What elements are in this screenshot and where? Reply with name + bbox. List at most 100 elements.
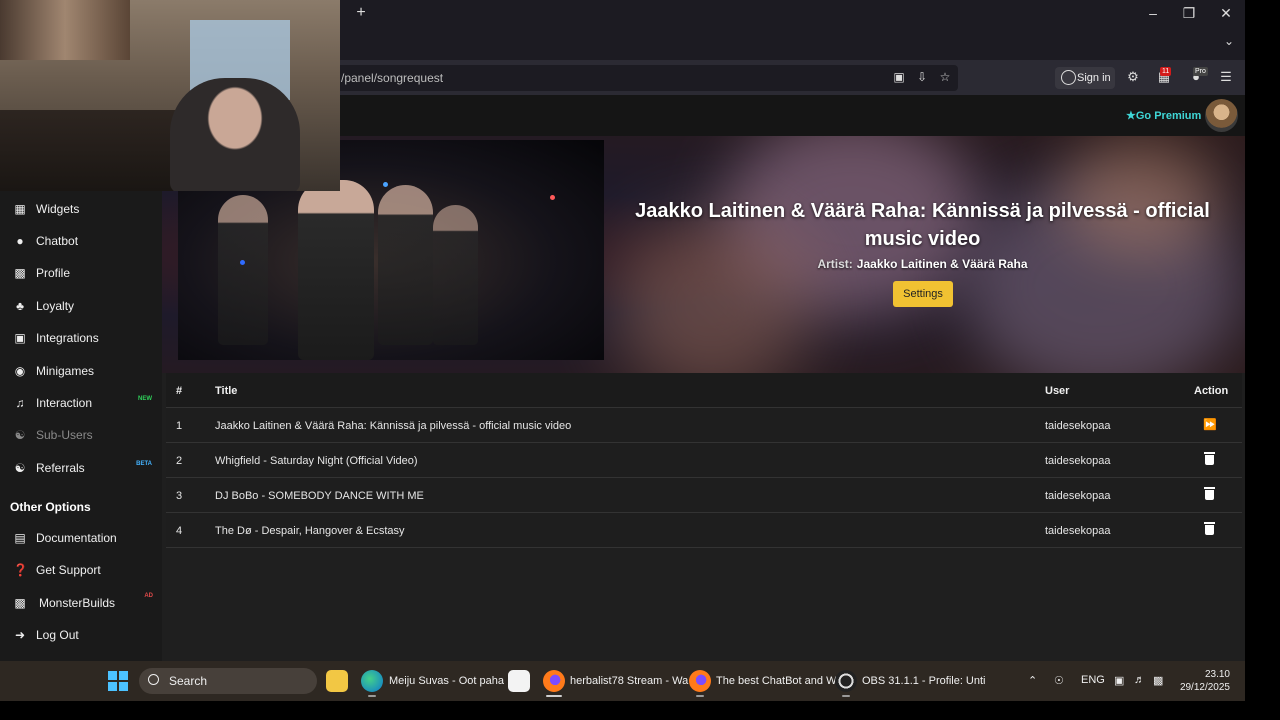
- settings-button[interactable]: Settings: [893, 281, 953, 307]
- taskbar-app-label[interactable]: herbalist78 Stream - Wa: [570, 675, 688, 687]
- chevron-up-icon[interactable]: ⌃: [1028, 674, 1037, 687]
- video-figure: [218, 195, 268, 345]
- gamepad-icon: ◉: [14, 364, 26, 378]
- search-icon: [148, 674, 159, 685]
- sidebar-item-referrals[interactable]: ☯ Referrals BETA: [0, 453, 162, 483]
- row-number: 2: [176, 455, 183, 467]
- taskbar-search[interactable]: Search: [139, 668, 317, 694]
- sidebar-item-integrations[interactable]: ▣ Integrations: [0, 323, 162, 353]
- speaker-icon[interactable]: ♬: [1134, 674, 1145, 686]
- window-icon: ▣: [14, 331, 26, 345]
- column-header-action: Action: [1194, 385, 1229, 397]
- language-indicator[interactable]: ENG: [1081, 674, 1105, 686]
- sidebar-item-interaction[interactable]: ♫ Interaction NEW: [0, 388, 162, 418]
- sidebar-item-label: Profile: [36, 266, 71, 280]
- beta-badge: BETA: [136, 461, 152, 467]
- sidebar-item-loyalty[interactable]: ♣ Loyalty: [0, 291, 162, 321]
- avatar[interactable]: [1205, 99, 1238, 132]
- minimize-icon[interactable]: –: [1143, 4, 1163, 22]
- clock-date: 29/12/2025: [1179, 682, 1230, 693]
- row-user: taidesekopaa: [1045, 490, 1111, 502]
- row-title: Jaakko Laitinen & Väärä Raha: Kännissä j…: [215, 420, 572, 432]
- firefox-icon[interactable]: [543, 670, 565, 692]
- close-icon[interactable]: ✕: [1216, 4, 1236, 22]
- row-number: 4: [176, 525, 183, 537]
- row-title: The Dø - Despair, Hangover & Ecstasy: [215, 525, 405, 537]
- obs-icon[interactable]: [835, 670, 857, 692]
- sidebar-item-profile[interactable]: ▩ Profile: [0, 258, 162, 288]
- picture-in-picture-icon[interactable]: ▣: [891, 69, 907, 85]
- firefox-icon[interactable]: [689, 670, 711, 692]
- video-figure: [378, 185, 433, 345]
- extension-badge-2: Pro: [1193, 67, 1208, 76]
- robot-icon: ●: [16, 234, 24, 248]
- sidebar-item-get-support[interactable]: ❓ Get Support: [0, 555, 162, 585]
- taskbar-app-label[interactable]: OBS 31.1.1 - Profile: Unti: [862, 675, 986, 687]
- taskbar-clock[interactable]: 23.10 29/12/2025: [1178, 668, 1230, 694]
- restore-icon[interactable]: ❐: [1179, 4, 1199, 22]
- taskbar-app-label[interactable]: Meiju Suvas - Oot paha: [389, 675, 504, 687]
- row-number: 3: [176, 490, 183, 502]
- go-premium-link[interactable]: ★Go Premium: [1126, 109, 1201, 122]
- sidebar-item-label: Interaction: [36, 396, 93, 410]
- battery-icon[interactable]: ▩: [1153, 674, 1163, 687]
- skip-icon[interactable]: ⏩: [1203, 418, 1217, 432]
- sidebar-item-label: Chatbot: [36, 234, 79, 248]
- trophy-icon: ♣: [16, 299, 24, 313]
- go-premium-label: Go Premium: [1135, 110, 1202, 122]
- table-row: 4 The Dø - Despair, Hangover & Ecstasy t…: [166, 513, 1242, 548]
- row-title: DJ BoBo - SOMEBODY DANCE WITH ME: [215, 490, 424, 502]
- stage-light: [383, 182, 388, 187]
- trash-icon[interactable]: [1204, 522, 1215, 535]
- sidebar-item-label: Documentation: [36, 531, 117, 545]
- sidebar-item-minigames[interactable]: ◉ Minigames: [0, 356, 162, 386]
- active-indicator: [546, 695, 562, 697]
- webcam-background: [0, 0, 130, 60]
- taskbar-app-label[interactable]: The best ChatBot and W: [716, 675, 836, 687]
- sidebar-item-monsterbuilds[interactable]: ▩ MonsterBuilds AD: [0, 588, 162, 618]
- chevron-down-icon[interactable]: ⌄: [1220, 34, 1238, 52]
- row-number: 1: [176, 420, 183, 432]
- file-explorer-icon[interactable]: [326, 670, 348, 692]
- video-figure: [298, 180, 374, 360]
- trash-icon[interactable]: [1204, 452, 1215, 465]
- microphone-icon[interactable]: ☉: [1054, 674, 1064, 687]
- sidebar-item-widgets[interactable]: ▦ Widgets: [0, 194, 162, 224]
- sidebar-item-documentation[interactable]: ▤ Documentation: [0, 523, 162, 553]
- table-row: 3 DJ BoBo - SOMEBODY DANCE WITH ME taide…: [166, 478, 1242, 513]
- now-playing-artist: Artist: Jaakko Laitinen & Väärä Raha: [620, 257, 1225, 271]
- song-queue-table: # Title User Action 1 Jaakko Laitinen & …: [166, 373, 1242, 548]
- extensions-icon[interactable]: ⚙: [1124, 68, 1142, 86]
- store-icon[interactable]: [508, 670, 530, 692]
- row-user: taidesekopaa: [1045, 420, 1111, 432]
- webcam-person: [170, 78, 300, 191]
- sidebar-item-label: Integrations: [36, 331, 99, 345]
- grid-icon: ▦: [14, 202, 26, 216]
- table-row: 2 Whigfield - Saturday Night (Official V…: [166, 443, 1242, 478]
- windows-start-icon[interactable]: [108, 671, 128, 691]
- row-user: taidesekopaa: [1045, 525, 1111, 537]
- row-user: taidesekopaa: [1045, 455, 1111, 467]
- menu-icon[interactable]: ☰: [1217, 68, 1235, 86]
- running-indicator: [696, 695, 704, 697]
- sidebar-item-label: Widgets: [36, 202, 80, 216]
- column-header-user: User: [1045, 385, 1070, 397]
- laptop-icon: ▩: [14, 596, 26, 610]
- scroll-icon: ▤: [14, 531, 26, 545]
- table-header: # Title User Action: [166, 373, 1242, 408]
- webcam-overlay: [0, 0, 340, 191]
- sidebar-item-label: MonsterBuilds: [39, 596, 116, 610]
- bookmark-star-icon[interactable]: ☆: [937, 69, 953, 85]
- ad-badge: AD: [144, 593, 153, 599]
- sidebar-item-log-out[interactable]: ➜ Log Out: [0, 620, 162, 650]
- display-icon[interactable]: ▣: [1114, 674, 1124, 687]
- artist-name: Jaakko Laitinen & Väärä Raha: [856, 257, 1028, 271]
- download-icon[interactable]: ⇩: [914, 69, 930, 85]
- trash-icon[interactable]: [1204, 487, 1215, 500]
- sidebar-item-chatbot[interactable]: ● Chatbot: [0, 226, 162, 256]
- video-figure: [433, 205, 478, 345]
- new-tab-icon[interactable]: +: [352, 4, 370, 22]
- webcam-background: [0, 110, 175, 191]
- edge-icon[interactable]: [361, 670, 383, 692]
- extension-badge: 11: [1160, 67, 1172, 76]
